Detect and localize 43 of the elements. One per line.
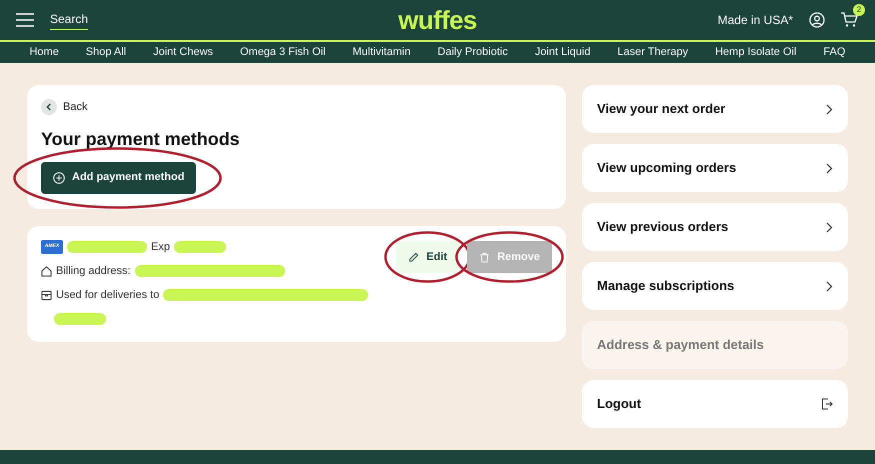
account-menu-item[interactable]: Address & payment details: [582, 321, 848, 369]
plus-circle-icon: [53, 172, 65, 184]
account-menu-item[interactable]: Manage subscriptions: [582, 262, 848, 310]
chevron-right-icon: [826, 280, 833, 292]
menu-icon[interactable]: [16, 13, 34, 27]
nav-link[interactable]: Daily Probiotic: [438, 44, 508, 61]
nav-link[interactable]: Joint Chews: [153, 44, 214, 61]
nav-link[interactable]: Omega 3 Fish Oil: [240, 44, 326, 61]
nav-link[interactable]: Home: [29, 44, 59, 61]
chevron-right-icon: [826, 104, 833, 114]
back-icon[interactable]: [41, 99, 57, 116]
back-link[interactable]: Back: [63, 99, 88, 116]
account-menu-item[interactable]: Logout: [582, 380, 848, 428]
cart-count-badge: 2: [853, 4, 865, 16]
nav-link[interactable]: Laser Therapy: [617, 44, 688, 61]
card-detail-text: Billing address:: [56, 264, 131, 279]
logout-icon: [821, 398, 833, 410]
account-menu-item[interactable]: View upcoming orders: [582, 144, 848, 192]
card-detail-text: Exp: [151, 240, 170, 255]
region-label[interactable]: Made in USA*: [718, 11, 793, 29]
pencil-icon: [408, 252, 420, 262]
add-payment-method-button[interactable]: Add payment method: [41, 162, 196, 194]
nav-link[interactable]: Shop All: [86, 44, 126, 61]
account-icon[interactable]: [809, 12, 825, 28]
redaction-mark: [54, 313, 106, 325]
chevron-right-icon: [826, 162, 833, 174]
card-detail-text: Used for deliveries to: [56, 288, 160, 303]
trash-icon: [479, 252, 490, 262]
nav-link[interactable]: Joint Liquid: [534, 44, 590, 61]
nav-link[interactable]: Multivitamin: [352, 44, 411, 61]
logo[interactable]: wuffes: [398, 0, 477, 40]
chevron-right-icon: [826, 222, 833, 232]
cart-icon[interactable]: [841, 12, 859, 28]
account-menu-item[interactable]: View previous orders: [582, 203, 848, 251]
nav-link[interactable]: Hemp Isolate Oil: [715, 44, 796, 61]
box-icon: [41, 290, 52, 300]
nav-link[interactable]: FAQ: [823, 44, 846, 61]
page-title: Your payment methods: [41, 128, 241, 150]
account-menu-item[interactable]: View your next order: [582, 85, 848, 133]
redaction-mark: [174, 241, 226, 253]
search-link[interactable]: Search: [50, 10, 88, 30]
edit-button[interactable]: Edit: [396, 241, 460, 273]
home-icon: [41, 266, 52, 276]
